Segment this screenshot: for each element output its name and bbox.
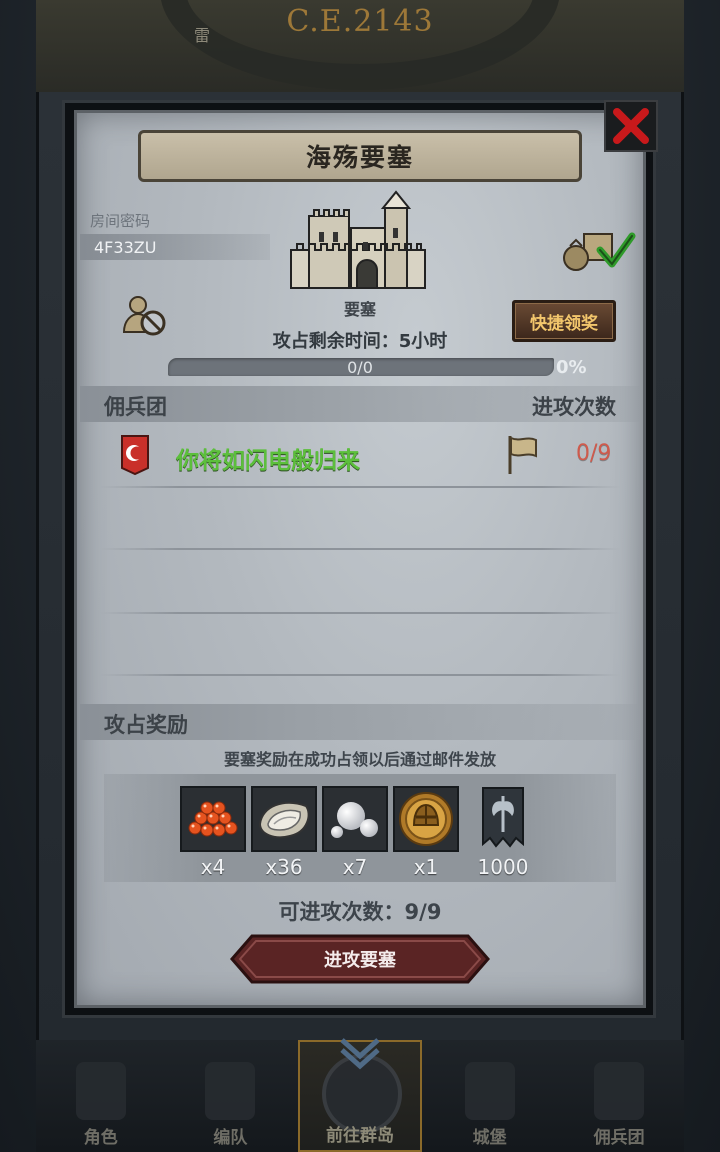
helmet-icon: [205, 1062, 256, 1120]
mercenary-attack-count: 0/9: [576, 441, 612, 466]
crescent-banner-icon: [121, 435, 149, 476]
mercenary-header-label: 佣兵团: [104, 395, 167, 419]
reward-qty: x4: [200, 855, 226, 879]
nav-tab-label: 城堡: [472, 1128, 507, 1148]
reward-item[interactable]: [470, 786, 536, 852]
reward-qty: x7: [342, 855, 368, 879]
remaining-time: 攻占剩余时间：5小时: [272, 331, 448, 352]
reward-item[interactable]: [251, 786, 317, 852]
fortress-icon: [290, 190, 426, 289]
row-divider: [100, 612, 620, 614]
axe-banner-icon: [482, 787, 524, 848]
reward-qty: x36: [265, 855, 303, 879]
pearl-icon: [331, 802, 378, 838]
castle-icon: [464, 1062, 515, 1120]
mercenary-section-header: 佣兵团 进攻次数: [80, 386, 640, 422]
quick-claim-button[interactable]: 快捷领奖: [512, 300, 616, 342]
attack-fortress-label: 进攻要塞: [324, 950, 396, 971]
nav-tab-label: 前往群岛: [325, 1126, 394, 1146]
nav-tab-formation[interactable]: 编队: [168, 1040, 292, 1152]
background-city-label: 雷: [194, 26, 211, 45]
soldier-icon: [594, 1062, 645, 1120]
nav-tab-mercenaries[interactable]: 佣兵团: [557, 1040, 681, 1152]
progress-percent: 0%: [556, 357, 587, 378]
room-code-label: 房间密码: [90, 212, 151, 230]
user-ban-icon[interactable]: [122, 294, 168, 338]
row-divider: [100, 674, 620, 676]
reward-item[interactable]: [393, 786, 459, 852]
row-divider: [100, 548, 620, 550]
nav-tab-castle[interactable]: 城堡: [428, 1040, 552, 1152]
reward-qty: x1: [413, 855, 439, 879]
reward-section-header: 攻占奖励: [80, 704, 640, 740]
gold-helmet-medal-icon: [399, 792, 453, 846]
reward-item[interactable]: [180, 786, 246, 852]
chevron-down-icon: [338, 1036, 382, 1070]
nav-tab-character[interactable]: 角色: [39, 1040, 163, 1152]
modal-title: 海殇要塞: [138, 130, 582, 182]
salmon-roe-icon: [188, 801, 238, 837]
row-divider: [100, 486, 620, 488]
reward-note: 要塞奖励在成功占领以后通过邮件发放: [223, 750, 496, 769]
progress-count: 0/0: [347, 358, 373, 377]
oyster-icon: [258, 801, 310, 839]
close-button[interactable]: [604, 100, 658, 152]
pennant-flag-icon: [508, 436, 537, 474]
reward-qty: 1000: [477, 855, 529, 879]
nav-tab-label: 角色: [83, 1128, 118, 1148]
nav-tab-label: 编队: [213, 1128, 248, 1148]
resource-bags-icon: [563, 232, 636, 271]
era-label: C.E.2143: [286, 4, 434, 39]
attacks-available: 可进攻次数：9/9: [278, 900, 442, 924]
knight-icon: [75, 1062, 126, 1120]
attack-count-header-label: 进攻次数: [532, 395, 616, 419]
close-icon: [613, 108, 649, 144]
attack-fortress-button[interactable]: 进攻要塞: [230, 934, 490, 984]
fortress-name: 要塞: [343, 300, 376, 319]
reward-header-label: 攻占奖励: [104, 713, 188, 737]
reward-item[interactable]: [322, 786, 388, 852]
mercenary-name: 你将如闪电般归来: [176, 448, 360, 474]
room-code-value: 4F33ZU: [80, 234, 270, 260]
nav-tab-label: 佣兵团: [593, 1128, 645, 1148]
